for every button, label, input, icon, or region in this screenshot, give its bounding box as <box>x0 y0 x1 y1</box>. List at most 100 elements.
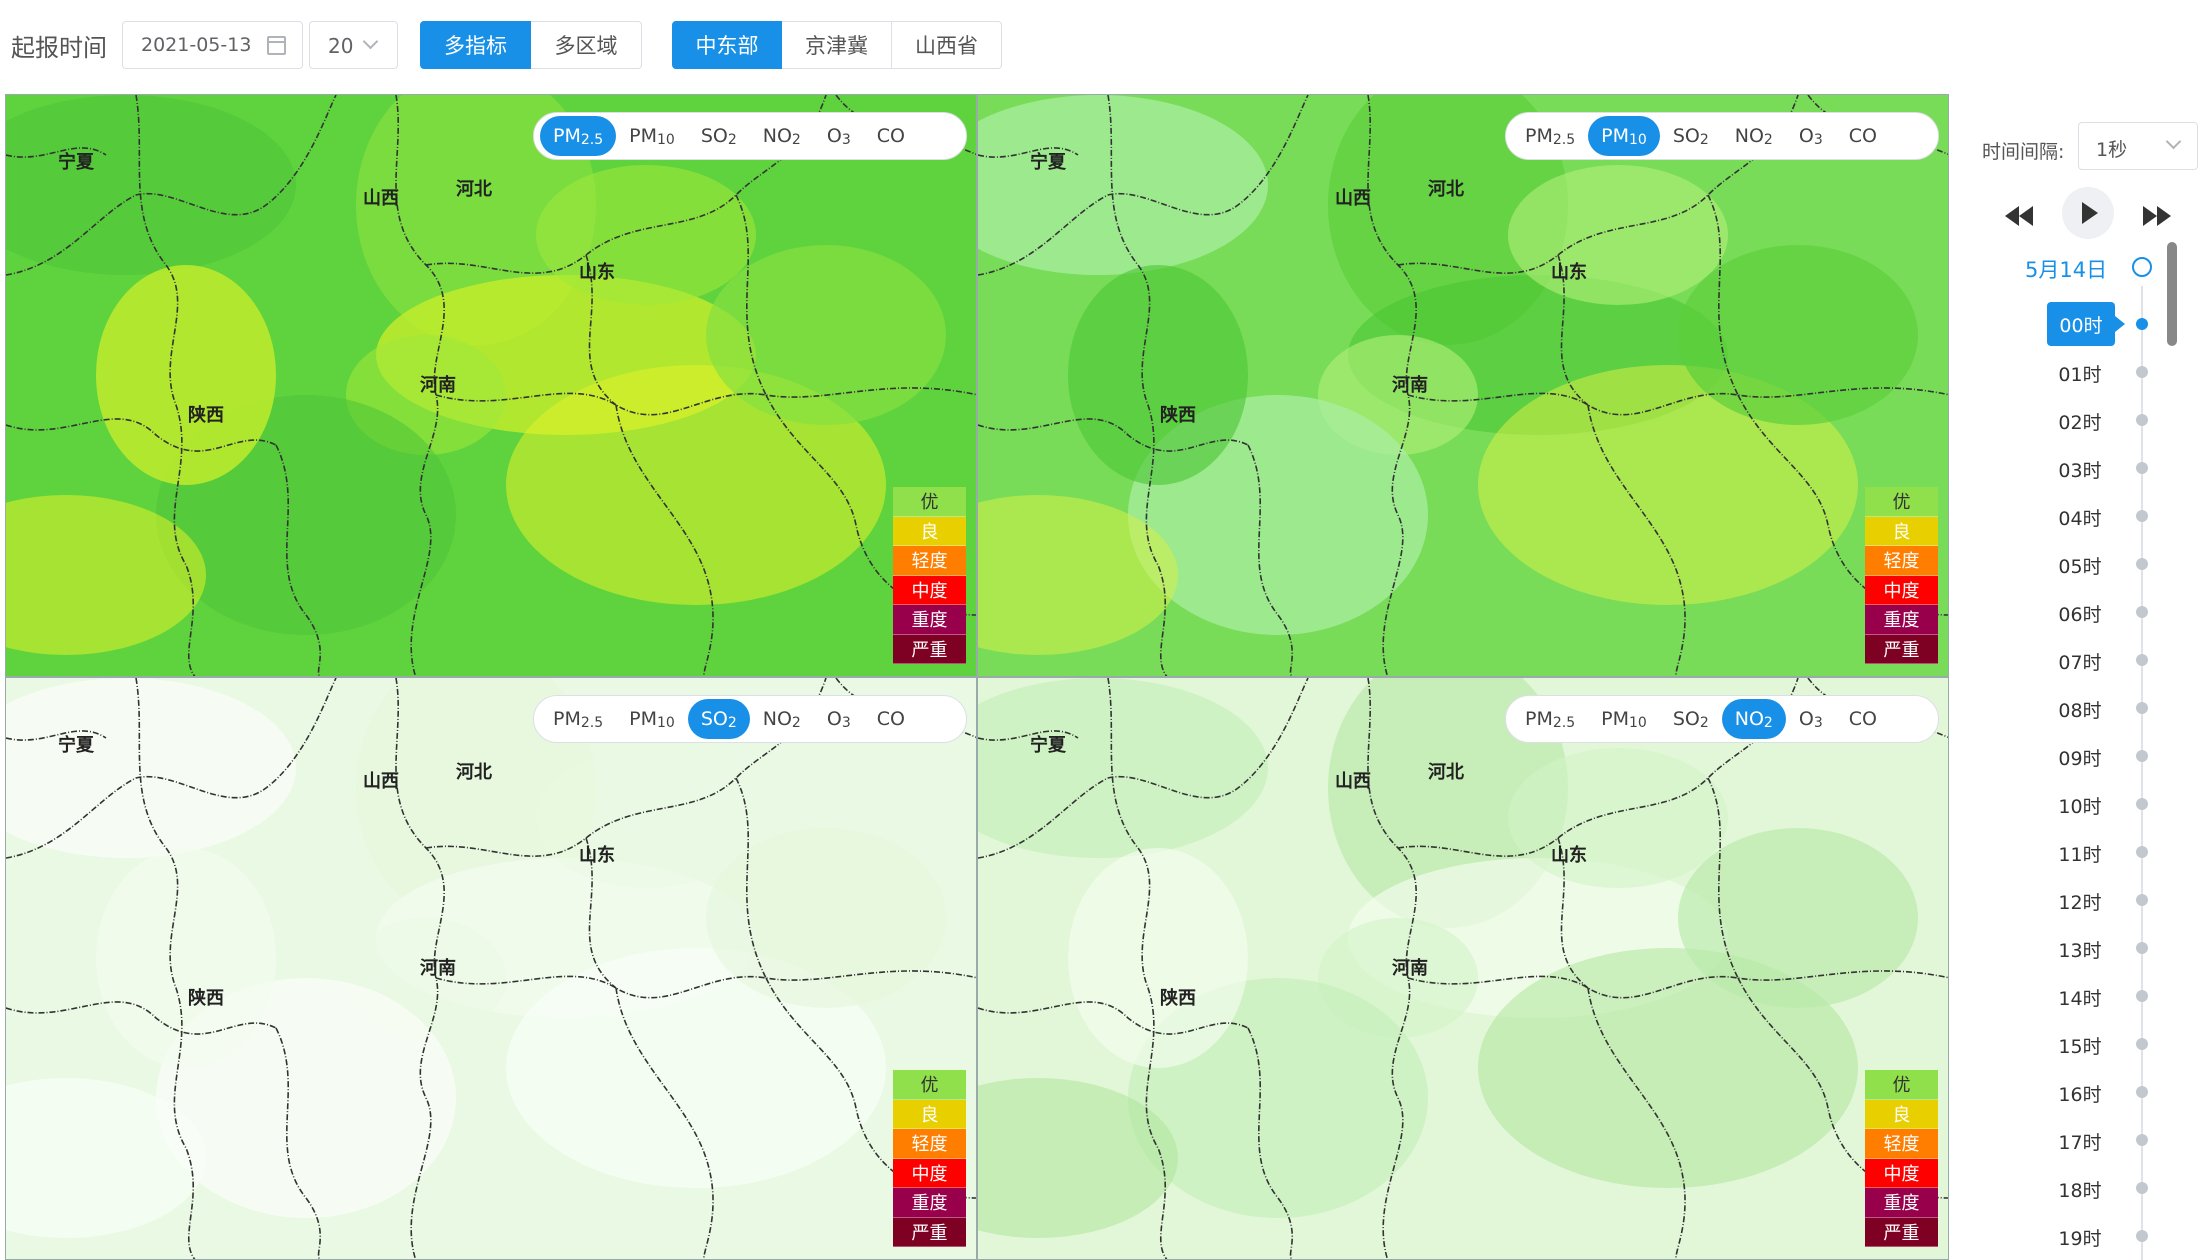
tab-pollutant[interactable]: PM 2.5 <box>1512 699 1588 739</box>
tab-pollutant[interactable]: PM 10 <box>1588 699 1660 739</box>
timeline-hour[interactable]: 07时 <box>2040 648 2120 675</box>
place-label: 山东 <box>579 845 615 866</box>
timeline-hour[interactable]: 15时 <box>2040 1032 2120 1059</box>
timeline-hour[interactable]: 14时 <box>2040 984 2120 1011</box>
timeline-hour[interactable]: 11时 <box>2040 840 2120 867</box>
timeline-hour[interactable]: 04时 <box>2040 504 2120 531</box>
timeline-hour[interactable]: 05时 <box>2040 552 2120 579</box>
tab-pollutant[interactable]: PM 2.5 <box>540 699 616 739</box>
timeline-hour[interactable]: 01时 <box>2040 360 2120 387</box>
fast-forward-icon[interactable] <box>2143 206 2171 226</box>
tab-pollutant[interactable]: O3 <box>814 699 864 739</box>
timeline-dot <box>2136 990 2148 1002</box>
legend-item: 轻度 <box>1865 1129 1938 1159</box>
timeline-dot <box>2136 702 2148 714</box>
rewind-icon[interactable] <box>2005 206 2033 226</box>
legend-item: 中度 <box>1865 575 1938 605</box>
tab-pollutant[interactable]: SO 2 <box>687 699 750 739</box>
legend-item: 重度 <box>1865 1188 1938 1218</box>
tab-pollutant[interactable]: PM 10 <box>1588 116 1660 156</box>
tab-pollutant[interactable]: PM 2.5 <box>540 116 617 156</box>
calendar-icon <box>267 36 286 55</box>
map-panel: 宁夏 山西 河北 山东 河南 陕西 PM 2.5 PM 10 SO 2 NO 2 O 3 CO 优良轻度 中度 重度严… <box>977 94 1949 677</box>
timeline-hour[interactable]: 16时 <box>2040 1080 2120 1107</box>
tab-pollutant[interactable]: NO 2 <box>750 116 814 156</box>
map-panel: 宁夏 山西 河北 山东 河南 陕西 PM 2.5 PM 10 SO 2 NO 2 O 3 CO 优良轻度 中度 重度严… <box>5 677 977 1260</box>
place-label: 河南 <box>420 375 456 396</box>
place-label: 山西 <box>363 188 399 209</box>
map-panel: 宁夏 山西 河北 山东 河南 陕西 PM 2.5 PM 10 SO 2 NO 2 O 3 CO 优良轻度 中度 重度严… <box>5 94 977 677</box>
place-label: 河北 <box>1428 179 1464 200</box>
timeline-hour[interactable]: 06时 <box>2040 600 2120 627</box>
interval-select[interactable]: 1秒 <box>2078 122 2198 170</box>
tab-pollutant[interactable]: SO 2 <box>1660 699 1722 739</box>
timeline-hour[interactable]: 09时 <box>2040 744 2120 771</box>
tab-pollutant[interactable]: PM 2.5 <box>1512 116 1588 156</box>
legend-item: 严重 <box>1865 1217 1938 1247</box>
toolbar: 起报时间 2021-05-13 20 多指标 多区域 中东部 京津冀 山西省 <box>0 0 2209 94</box>
timeline-hour[interactable]: 12时 <box>2040 888 2120 915</box>
legend-item: 优 <box>893 1070 966 1100</box>
legend-item: 良 <box>893 1099 966 1129</box>
tab-shanxi[interactable]: 山西省 <box>892 21 1002 69</box>
timeline-hour[interactable]: 03时 <box>2040 456 2120 483</box>
timeline-dot <box>2136 846 2148 858</box>
tab-pollutant[interactable]: PM 10 <box>616 699 688 739</box>
place-label: 山西 <box>1335 771 1371 792</box>
timeline-dot <box>2136 798 2148 810</box>
timeline-hour[interactable]: 10时 <box>2040 792 2120 819</box>
tab-multi-indicator[interactable]: 多指标 <box>420 21 531 69</box>
timeline-hour[interactable]: 19时 <box>2040 1224 2120 1251</box>
place-label: 陕西 <box>1160 988 1196 1009</box>
timeline-hour[interactable]: 18时 <box>2040 1176 2120 1203</box>
timeline-dot <box>2136 606 2148 618</box>
tab-pollutant[interactable]: O3 <box>1786 116 1836 156</box>
legend-item: 重度 <box>893 1188 966 1218</box>
forecast-time-label: 起报时间 <box>11 34 107 62</box>
timeline-dot <box>2136 1038 2148 1050</box>
timeline-panel: 时间间隔: 1秒 5月14日 00时 01时 02时 03时 04时 05时 06时 07时 0… <box>1960 94 2209 1260</box>
map-panel: 宁夏 山西 河北 山东 河南 陕西 PM 2.5 PM 10 SO 2 NO 2 O 3 CO 优良轻度 中度 重度严… <box>977 677 1949 1260</box>
tab-pollutant[interactable]: SO 2 <box>688 116 750 156</box>
timeline-dot <box>2136 1086 2148 1098</box>
tab-pollutant[interactable]: PM 10 <box>616 116 688 156</box>
hour-select[interactable]: 20 <box>309 21 398 69</box>
timeline-hour[interactable]: 08时 <box>2040 696 2120 723</box>
place-label: 陕西 <box>188 988 224 1009</box>
tab-pollutant[interactable]: CO <box>1836 699 1890 739</box>
tab-pollutant[interactable]: O3 <box>814 116 864 156</box>
date-value: 2021-05-13 <box>141 34 252 56</box>
legend-item: 良 <box>893 516 966 546</box>
tab-pollutant[interactable]: CO <box>864 116 918 156</box>
aqi-legend: 优良轻度 中度 重度 严重 <box>893 487 966 664</box>
pollutant-tabs: PM 2.5 PM 10 SO 2 NO 2 O 3 CO <box>1505 695 1939 743</box>
place-label: 河南 <box>1392 375 1428 396</box>
legend-item: 严重 <box>893 1217 966 1247</box>
tab-pollutant[interactable]: O3 <box>1786 699 1836 739</box>
tab-multi-region[interactable]: 多区域 <box>531 21 642 69</box>
legend-item: 严重 <box>893 634 966 664</box>
play-button[interactable] <box>2062 187 2114 239</box>
timeline-hour[interactable]: 17时 <box>2040 1128 2120 1155</box>
legend-item: 重度 <box>893 605 966 635</box>
legend-item: 中度 <box>893 1158 966 1188</box>
date-picker[interactable]: 2021-05-13 <box>122 21 303 69</box>
tab-pollutant[interactable]: NO 2 <box>1721 699 1786 739</box>
day-marker <box>2132 257 2152 277</box>
tab-pollutant[interactable]: SO 2 <box>1660 116 1722 156</box>
place-label: 山东 <box>1551 262 1587 283</box>
timeline-dot <box>2136 462 2148 474</box>
scrollbar[interactable] <box>2167 242 2177 346</box>
tab-pollutant[interactable]: NO 2 <box>750 699 814 739</box>
chevron-down-icon <box>362 33 379 50</box>
aqi-legend: 优良轻度 中度 重度 严重 <box>1865 1070 1938 1247</box>
timeline-hour[interactable]: 02时 <box>2040 408 2120 435</box>
tab-central-east[interactable]: 中东部 <box>672 21 782 69</box>
place-label: 山东 <box>1551 845 1587 866</box>
timeline-hour[interactable]: 13时 <box>2040 936 2120 963</box>
tab-pollutant[interactable]: CO <box>864 699 918 739</box>
tab-pollutant[interactable]: CO <box>1836 116 1890 156</box>
tab-pollutant[interactable]: NO 2 <box>1722 116 1786 156</box>
tab-jing-jin-ji[interactable]: 京津冀 <box>782 21 892 69</box>
timeline-hour[interactable]: 00时 <box>2047 302 2125 346</box>
